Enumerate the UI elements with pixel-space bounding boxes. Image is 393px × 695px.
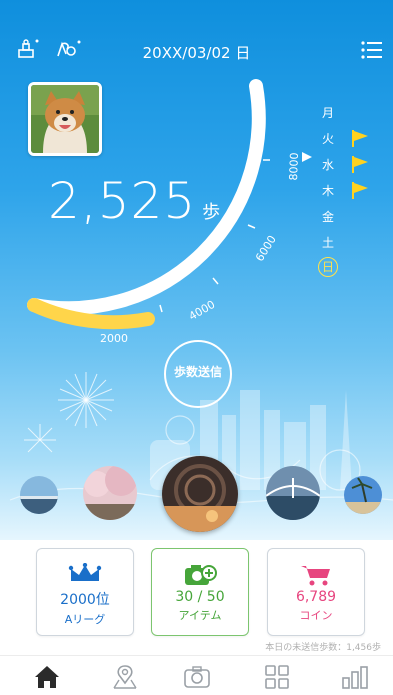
stat-cards: 2000位 Aリーグ 30 / 50 アイテム 6,789 コイン 本日の未送信… — [0, 540, 393, 655]
step-count: 2,525 歩 — [48, 172, 220, 230]
tab-grid[interactable] — [262, 664, 292, 690]
weekday-sat[interactable]: 土 — [316, 230, 386, 256]
tab-ranking[interactable] — [340, 664, 370, 690]
shopping-cart-icon — [301, 566, 330, 586]
tab-home[interactable] — [32, 664, 62, 690]
items-value: 30 / 50 — [175, 589, 225, 605]
weekday-label: 金 — [322, 210, 335, 224]
home-icon — [35, 666, 59, 688]
coins-value: 6,789 — [295, 589, 337, 605]
send-steps-button[interactable]: 歩数送信 — [164, 340, 232, 408]
coins-card[interactable]: 6,789 コイン — [267, 548, 365, 636]
rank-card[interactable]: 2000位 Aリーグ — [36, 548, 134, 636]
goal-flag-icon — [352, 156, 368, 173]
unsent-steps-label: 本日の未送信歩数：1,456歩 — [265, 643, 381, 653]
tab-camera[interactable] — [182, 664, 212, 690]
photo-thumbnail[interactable] — [20, 476, 58, 514]
tab-map[interactable] — [110, 664, 140, 690]
dial-label-8000: 8000 — [287, 152, 301, 181]
rank-value: 2000位 — [60, 592, 110, 608]
weekday-label: 火 — [322, 132, 335, 146]
weekday-label: 土 — [322, 236, 335, 250]
photo-thumbnail[interactable] — [266, 466, 320, 520]
app-screen: 20XX/03/02 日 2000 4000 6000 8000 2,525 歩… — [0, 0, 393, 695]
items-label: アイテム — [178, 609, 222, 622]
dial-label-2000: 2000 — [100, 332, 128, 345]
map-pin-icon — [113, 665, 137, 689]
photo-thumbnail[interactable] — [344, 476, 382, 514]
weekday-fri[interactable]: 金 — [316, 204, 386, 230]
weekday-label: 月 — [322, 106, 335, 120]
goal-flag-icon — [352, 130, 368, 147]
photo-thumbnail[interactable] — [83, 466, 137, 520]
weekday-label: 水 — [322, 158, 335, 172]
weekday-list: 月 火 水 木 金 土 日 — [316, 100, 386, 282]
bar-chart-icon — [342, 666, 368, 689]
rank-league: Aリーグ — [64, 613, 106, 626]
weekday-mon[interactable]: 月 — [316, 100, 386, 126]
step-count-value: 2,525 — [48, 172, 197, 230]
crown-icon — [68, 562, 102, 581]
grid-icon — [265, 665, 289, 689]
weekday-wed[interactable]: 水 — [316, 152, 386, 178]
items-card[interactable]: 30 / 50 アイテム — [151, 548, 249, 636]
photo-thumbnail-selected[interactable] — [162, 456, 238, 532]
tab-bar — [0, 655, 393, 695]
hero-background: 20XX/03/02 日 2000 4000 6000 8000 2,525 歩… — [0, 0, 393, 540]
weekday-tue[interactable]: 火 — [316, 126, 386, 152]
goal-flag-icon — [352, 182, 368, 199]
photo-carousel — [0, 452, 393, 542]
weekday-thu[interactable]: 木 — [316, 178, 386, 204]
camera-plus-icon — [185, 565, 217, 585]
step-count-unit: 歩 — [202, 202, 221, 223]
weekday-sun[interactable]: 日 — [316, 256, 386, 282]
weekday-label: 日 — [318, 257, 338, 277]
camera-icon — [184, 666, 210, 688]
weekday-label: 木 — [322, 184, 335, 198]
coins-label: コイン — [299, 609, 333, 622]
